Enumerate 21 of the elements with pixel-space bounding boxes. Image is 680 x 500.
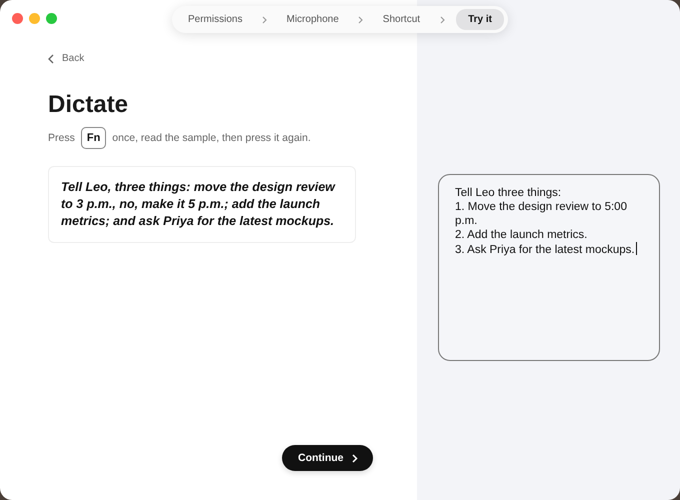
chevron-left-icon	[48, 54, 54, 64]
instruction-text: Press	[48, 132, 75, 144]
minimize-button[interactable]	[29, 13, 40, 24]
close-button[interactable]	[12, 13, 23, 24]
back-link[interactable]: Back	[48, 53, 84, 64]
chevron-right-icon	[358, 16, 364, 24]
chevron-right-icon	[262, 16, 267, 24]
chevron-right-icon	[352, 454, 358, 462]
instruction-text: once, read the sample, then press it again.	[112, 132, 311, 144]
chevron-right-icon	[440, 16, 445, 24]
output-text-area[interactable]: Tell Leo three things: 1. Move the design review to 5:00 p.m. 2. Add the launch metrics. 3. Ask Priya for the latest mockups.	[438, 174, 660, 361]
page-title: Dictate	[48, 91, 130, 119]
continue-button[interactable]: Continue	[282, 445, 372, 471]
step-tab[interactable]: Try it	[456, 9, 504, 30]
step-tab[interactable]: Microphone	[278, 10, 347, 29]
sample-card: Tell Leo, three things: move the design review to 3 p.m., no, make it 5 p.m.; add the launch metrics; and ask Priya for the latest mockups.	[48, 166, 356, 243]
text-cursor	[636, 242, 637, 255]
step-tab[interactable]: Shortcut	[374, 10, 428, 29]
key-cap: Fn	[80, 127, 106, 149]
zoom-button[interactable]	[46, 13, 57, 24]
step-tab[interactable]: Permissions	[180, 10, 250, 29]
